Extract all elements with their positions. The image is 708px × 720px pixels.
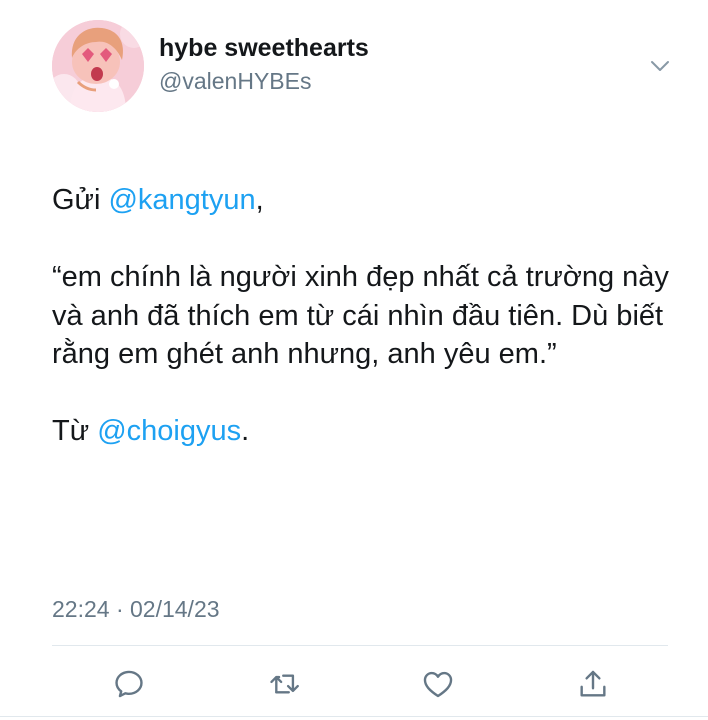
share-button[interactable] — [573, 664, 613, 704]
reply-icon — [115, 670, 143, 698]
tweet-timestamp[interactable]: 22:24 · 02/14/23 — [52, 596, 220, 623]
greeting-line: Gửi @kangtyun, — [52, 181, 672, 220]
chevron-down-icon — [651, 61, 669, 71]
like-button[interactable] — [418, 664, 458, 704]
retweet-icon — [270, 674, 299, 694]
greeting-suffix: , — [255, 184, 264, 216]
card-bottom-border — [0, 716, 708, 717]
quote-text: “em chính là người xinh đẹp nhất cả trườ… — [52, 261, 669, 370]
signature-suffix: . — [241, 415, 250, 447]
avatar[interactable] — [52, 20, 144, 112]
tweet-menu-button[interactable] — [644, 52, 676, 80]
greeting-prefix: Gửi — [52, 184, 109, 216]
retweet-button[interactable] — [266, 664, 306, 704]
user-handle[interactable]: @valenHYBEs — [159, 68, 311, 95]
reply-button[interactable] — [109, 664, 149, 704]
action-bar — [52, 664, 672, 704]
share-icon — [580, 670, 606, 697]
heart-icon — [423, 671, 453, 698]
mention-link[interactable]: @kangtyun — [108, 184, 255, 216]
tweet-text: Gửi @kangtyun, “em chính là người xinh đ… — [52, 181, 672, 451]
divider — [52, 645, 668, 646]
mention-link[interactable]: @choigyus — [97, 415, 241, 447]
signature-line: Từ @choigyus. — [52, 412, 672, 451]
anime-avatar-icon — [52, 20, 144, 112]
display-name[interactable]: hybe sweethearts — [159, 34, 369, 63]
signature-prefix: Từ — [52, 415, 98, 447]
